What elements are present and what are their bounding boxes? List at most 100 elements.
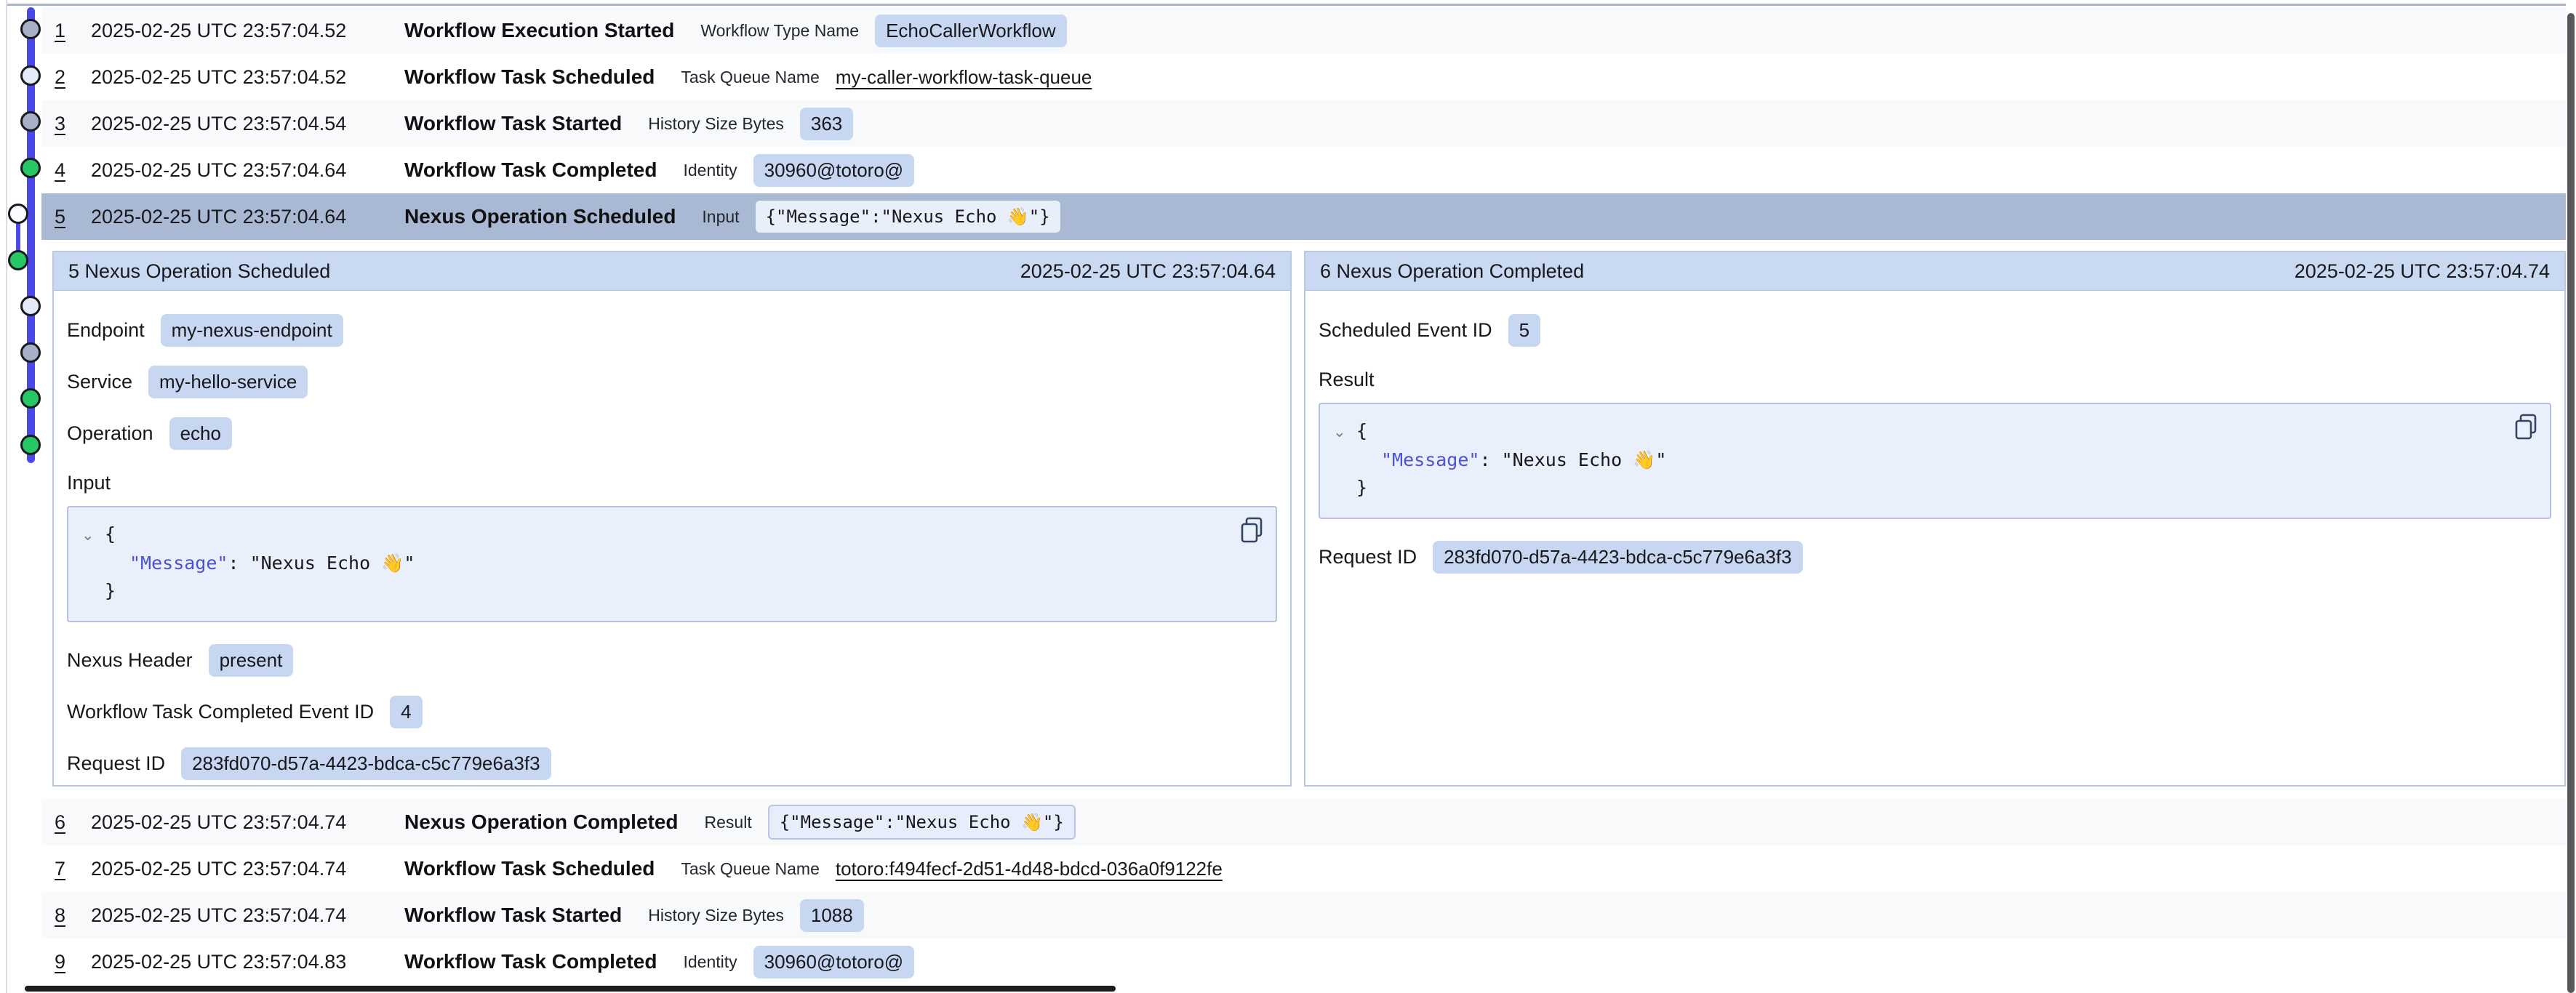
payload-line: }: [1333, 474, 2537, 502]
detail-label: Workflow Task Completed Event ID: [67, 701, 374, 723]
detail-badge: my-hello-service: [148, 366, 308, 398]
timeline-node[interactable]: [20, 19, 41, 39]
payload-line: "Message": "Nexus Echo 👋": [81, 550, 1263, 577]
event-attr-label: Workflow Type Name: [700, 21, 859, 41]
collapse-chevron-icon[interactable]: ⌄: [1333, 419, 1351, 446]
workflow-event-history-view: 12025-02-25 UTC 23:57:04.52Workflow Exec…: [0, 0, 2576, 993]
event-row[interactable]: 12025-02-25 UTC 23:57:04.52Workflow Exec…: [41, 7, 2567, 54]
panel-body: Scheduled Event ID5Result⌄{"Message": "N…: [1305, 291, 2564, 574]
timeline-node[interactable]: [20, 342, 41, 363]
copy-icon: [2513, 413, 2538, 441]
payload-close-brace: }: [1356, 477, 1367, 498]
panel-timestamp: 2025-02-25 UTC 23:57:04.74: [2295, 260, 2550, 283]
payload-line: ⌄{: [1333, 417, 2537, 446]
detail-label: Operation: [67, 422, 153, 445]
timeline-node[interactable]: [20, 111, 41, 132]
copy-button[interactable]: [1239, 516, 1264, 544]
event-attr-label: Identity: [683, 952, 737, 972]
event-attr-badge: 30960@totoro@: [753, 154, 915, 187]
event-timestamp: 2025-02-25 UTC 23:57:04.83: [91, 951, 378, 973]
event-attr-label: History Size Bytes: [648, 114, 784, 134]
collapse-chevron-icon[interactable]: ⌄: [81, 522, 99, 550]
event-row[interactable]: 92025-02-25 UTC 23:57:04.83 Workflow Task…: [41, 938, 2567, 985]
copy-icon: [1239, 516, 1264, 544]
detail-section-label: Input: [67, 472, 1277, 494]
detail-row: Nexus Headerpresent: [67, 644, 1277, 677]
event-id-link[interactable]: 2: [55, 66, 91, 89]
event-id-link[interactable]: 5: [55, 206, 91, 228]
event-name: Workflow Task Scheduled: [404, 65, 655, 89]
event-row[interactable]: 32025-02-25 UTC 23:57:04.54Workflow Task…: [41, 100, 2567, 147]
detail-badge: present: [209, 644, 294, 677]
event-detail-panels: 5 Nexus Operation Scheduled 2025-02-25 UT…: [52, 251, 2566, 787]
event-row[interactable]: 52025-02-25 UTC 23:57:04.64Nexus Operati…: [41, 193, 2567, 240]
timeline-node[interactable]: [8, 204, 28, 224]
event-attr-link[interactable]: totoro:f494fecf-2d51-4d48-bdcd-036a0f912…: [836, 858, 1223, 880]
timeline-node[interactable]: [8, 250, 28, 270]
event-name: Workflow Task Completed: [404, 950, 657, 973]
event-timestamp: 2025-02-25 UTC 23:57:04.74: [91, 811, 378, 834]
timeline-node[interactable]: [20, 296, 41, 316]
event-attr-badge: EchoCallerWorkflow: [875, 15, 1067, 47]
event-row[interactable]: 42025-02-25 UTC 23:57:04.64Workflow Task…: [41, 147, 2567, 193]
event-row[interactable]: 82025-02-25 UTC 23:57:04.74Workflow Task…: [41, 892, 2567, 938]
horizontal-scrollbar-thumb[interactable]: [25, 986, 1116, 992]
event-name: Workflow Execution Started: [404, 19, 674, 42]
detail-row: Workflow Task Completed Event ID4: [67, 696, 1277, 728]
panel-body: Endpoint my-nexus-endpoint Service my-hello…: [54, 291, 1290, 821]
payload-key: "Message": [1381, 449, 1479, 470]
panel-header: 5 Nexus Operation Scheduled2025-02-25 UT…: [54, 252, 1290, 291]
panel-title: 5 Nexus Operation Scheduled: [68, 260, 330, 283]
event-table-bottom: 62025-02-25 UTC 23:57:04.74Nexus Operati…: [41, 799, 2567, 985]
event-timestamp: 2025-02-25 UTC 23:57:04.64: [91, 206, 378, 228]
event-attr-label: History Size Bytes: [648, 906, 784, 925]
event-attr-badge: 363: [800, 108, 853, 140]
detail-row: Scheduled Event ID5: [1319, 314, 2551, 347]
detail-row: Request ID283fd070-d57a-4423-bdca-c5c779…: [1319, 541, 2551, 574]
event-id-link[interactable]: 4: [55, 159, 91, 182]
payload-line: "Message": "Nexus Echo 👋": [1333, 446, 2537, 474]
event-attr-label: Identity: [683, 161, 737, 180]
detail-badge: my-nexus-endpoint: [161, 314, 343, 347]
timeline-node[interactable]: [20, 65, 41, 86]
event-attr-label: Task Queue Name: [681, 68, 819, 87]
detail-section-label: Result: [1319, 369, 2551, 391]
event-id-link[interactable]: 3: [55, 113, 91, 135]
timeline-node[interactable]: [20, 158, 41, 178]
event-attr-json-badge: {"Message":"Nexus Echo 👋"}: [768, 805, 1076, 840]
event-timestamp: 2025-02-25 UTC 23:57:04.74: [91, 858, 378, 880]
event-id-link[interactable]: 7: [55, 858, 91, 880]
copy-button[interactable]: [2513, 413, 2538, 441]
event-id-link[interactable]: 8: [55, 904, 91, 927]
event-attr-label: Task Queue Name: [681, 859, 819, 879]
event-attr-json-badge: {"Message":"Nexus Echo 👋"}: [756, 201, 1060, 233]
event-name: Workflow Task Completed: [404, 158, 657, 182]
event-name: Workflow Task Scheduled: [404, 857, 655, 880]
event-table-top: 12025-02-25 UTC 23:57:04.52Workflow Exec…: [41, 7, 2567, 240]
detail-label: Service: [67, 371, 132, 393]
payload-line: }: [81, 577, 1263, 605]
detail-row: Request ID283fd070-d57a-4423-bdca-c5c779…: [67, 747, 1277, 780]
event-id-link[interactable]: 6: [55, 811, 91, 834]
panel-header: 6 Nexus Operation Completed2025-02-25 UT…: [1305, 252, 2564, 291]
event-name: Workflow Task Started: [404, 112, 622, 135]
detail-badge: 5: [1508, 314, 1540, 347]
top-divider: [7, 4, 2576, 6]
timeline-node[interactable]: [20, 435, 41, 455]
event-id-link[interactable]: 1: [55, 20, 91, 42]
payload-value: : "Nexus Echo 👋": [1479, 449, 1666, 470]
event-row[interactable]: 72025-02-25 UTC 23:57:04.74 Workflow Task…: [41, 845, 2567, 892]
event-detail-panel-completed: 6 Nexus Operation Completed2025-02-25 UT…: [1304, 251, 2566, 787]
vertical-scrollbar-thumb[interactable]: [2567, 13, 2575, 993]
event-attr-label: Input: [702, 207, 739, 227]
event-name: Workflow Task Started: [404, 904, 622, 927]
event-row[interactable]: 22025-02-25 UTC 23:57:04.52Workflow Task…: [41, 54, 2567, 100]
event-id-link[interactable]: 9: [55, 951, 91, 973]
detail-label: Endpoint: [67, 319, 145, 342]
payload-value: : "Nexus Echo 👋": [228, 552, 415, 574]
payload-line: ⌄{: [81, 520, 1263, 550]
event-row[interactable]: 62025-02-25 UTC 23:57:04.74Nexus Operati…: [41, 799, 2567, 845]
event-attr-link[interactable]: my-caller-workflow-task-queue: [836, 66, 1092, 89]
payload-open-brace: {: [1356, 420, 1367, 441]
timeline-node[interactable]: [20, 388, 41, 409]
